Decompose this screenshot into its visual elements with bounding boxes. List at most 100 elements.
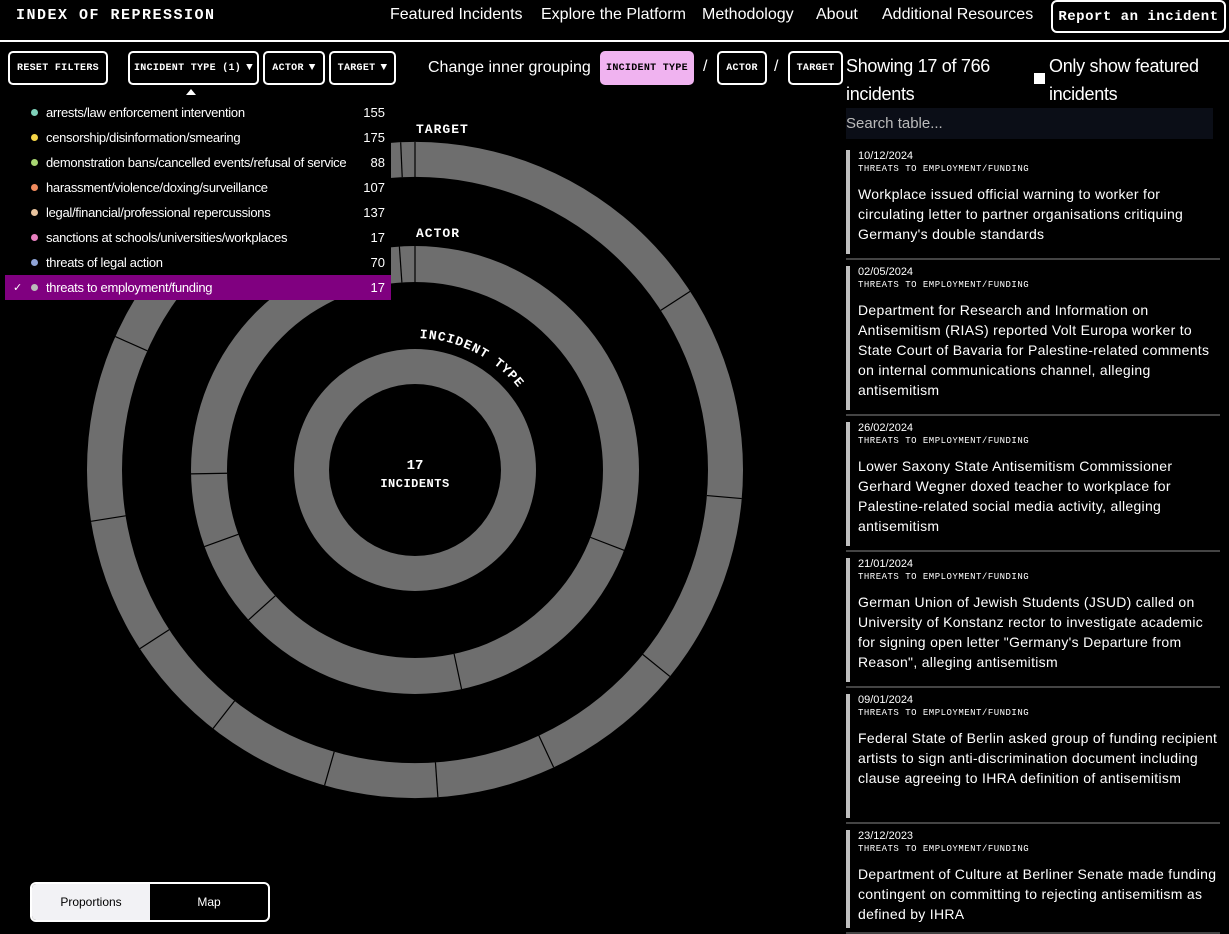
- center-label: INCIDENTS: [380, 477, 449, 491]
- search-input[interactable]: [846, 108, 1213, 139]
- incident-date: 21/01/2024: [858, 558, 914, 570]
- proportions-view-button[interactable]: Proportions: [32, 884, 150, 920]
- incident-type: THREATS TO EMPLOYMENT/FUNDING: [858, 164, 1030, 174]
- grouping-incident-type-label: INCIDENT TYPE: [606, 62, 688, 74]
- dropdown-option[interactable]: legal/financial/professional repercussio…: [5, 200, 391, 225]
- incident-type: THREATS TO EMPLOYMENT/FUNDING: [858, 708, 1030, 718]
- incident-card[interactable]: 09/01/2024 THREATS TO EMPLOYMENT/FUNDING F…: [846, 690, 1220, 824]
- dropdown-option-label: sanctions at schools/universities/workpl…: [46, 230, 288, 245]
- nav-additional-resources[interactable]: Additional Resources: [882, 6, 1033, 24]
- incident-card[interactable]: 10/12/2024 THREATS TO EMPLOYMENT/FUNDING W…: [846, 146, 1220, 260]
- nav-about[interactable]: About: [816, 6, 858, 24]
- ring-label-actor: ACTOR: [416, 226, 460, 241]
- dropdown-option-label: demonstration bans/cancelled events/refu…: [46, 155, 347, 170]
- dropdown-option[interactable]: sanctions at schools/universities/workpl…: [5, 225, 391, 250]
- reset-filters-label: RESET FILTERS: [17, 62, 99, 74]
- inner-grouping-label: Change inner grouping: [428, 59, 591, 76]
- dropdown-option-count: 137: [363, 205, 385, 220]
- dropdown-option-count: 88: [370, 155, 385, 170]
- grouping-target-label: TARGET: [796, 62, 835, 74]
- dropdown-pointer: [186, 89, 196, 95]
- map-view-button[interactable]: Map: [150, 884, 268, 920]
- report-incident-button[interactable]: Report an incident: [1051, 0, 1226, 33]
- card-accent-bar: [846, 830, 850, 928]
- card-accent-bar: [846, 266, 850, 410]
- dropdown-option-label: legal/financial/professional repercussio…: [46, 205, 271, 220]
- card-accent-bar: [846, 694, 850, 818]
- dropdown-option[interactable]: ✓ threats to employment/funding 17: [5, 275, 391, 300]
- nav-explore-platform[interactable]: Explore the Platform: [541, 6, 686, 24]
- dropdown-option-count: 17: [370, 230, 385, 245]
- ring-label-target: TARGET: [416, 122, 469, 137]
- dropdown-option-count: 70: [370, 255, 385, 270]
- category-color-dot: [31, 259, 38, 266]
- incident-type-filter-label: INCIDENT TYPE (1): [133, 62, 242, 74]
- category-color-dot: [31, 134, 38, 141]
- dropdown-option-label: arrests/law enforcement intervention: [46, 105, 245, 120]
- dropdown-option-count: 107: [363, 180, 385, 195]
- dropdown-option-count: 155: [363, 105, 385, 120]
- grouping-target-button[interactable]: TARGET: [788, 51, 843, 85]
- incident-card[interactable]: 02/05/2024 THREATS TO EMPLOYMENT/FUNDING D…: [846, 262, 1220, 416]
- card-accent-bar: [846, 558, 850, 682]
- grouping-incident-type-button[interactable]: INCIDENT TYPE: [600, 51, 694, 85]
- card-accent-bar: [846, 422, 850, 546]
- nav-methodology[interactable]: Methodology: [702, 6, 794, 24]
- actor-filter[interactable]: ACTOR ▼: [263, 51, 325, 85]
- dropdown-option[interactable]: demonstration bans/cancelled events/refu…: [5, 150, 391, 175]
- actor-filter-label: ACTOR: [272, 62, 304, 74]
- incident-date: 02/05/2024: [858, 266, 914, 278]
- category-color-dot: [31, 234, 38, 241]
- grouping-actor-button[interactable]: ACTOR: [717, 51, 767, 85]
- incident-title: Lower Saxony State Antisemitism Commissi…: [858, 458, 1173, 534]
- incident-date: 10/12/2024: [858, 150, 914, 162]
- dropdown-option-count: 175: [363, 130, 385, 145]
- segment-divider: [191, 472, 228, 475]
- chevron-down-icon: ▼: [380, 62, 388, 74]
- grouping-separator: /: [703, 58, 708, 75]
- dropdown-option-label: threats of legal action: [46, 255, 163, 270]
- incident-type: THREATS TO EMPLOYMENT/FUNDING: [858, 572, 1030, 582]
- chevron-down-icon: ▼: [308, 62, 316, 74]
- category-color-dot: [31, 184, 38, 191]
- dropdown-option[interactable]: arrests/law enforcement intervention 155: [5, 100, 391, 125]
- site-logo[interactable]: INDEX OF REPRESSION: [16, 7, 216, 24]
- dropdown-option-label: threats to employment/funding: [46, 280, 213, 295]
- incident-date: 23/12/2023: [858, 830, 914, 842]
- dropdown-option[interactable]: censorship/disinformation/smearing 175: [5, 125, 391, 150]
- incident-title: German Union of Jewish Students (JSUD) c…: [858, 594, 1204, 670]
- incident-title: Federal State of Berlin asked group of f…: [858, 730, 1218, 786]
- dropdown-option-count: 17: [370, 280, 385, 295]
- results-count: Showing 17 of 766 incidents: [846, 56, 991, 104]
- check-icon: ✓: [13, 282, 23, 294]
- incident-type-filter[interactable]: INCIDENT TYPE (1) ▼: [128, 51, 259, 85]
- dropdown-option-label: censorship/disinformation/smearing: [46, 130, 241, 145]
- view-toggle: Proportions Map: [30, 882, 270, 922]
- target-filter-label: TARGET: [337, 62, 376, 74]
- incident-type: THREATS TO EMPLOYMENT/FUNDING: [858, 436, 1030, 446]
- featured-only-checkbox[interactable]: [1034, 73, 1045, 84]
- chevron-down-icon: ▼: [246, 62, 254, 74]
- incident-card[interactable]: 21/01/2024 THREATS TO EMPLOYMENT/FUNDING G…: [846, 554, 1220, 688]
- category-color-dot: [31, 159, 38, 166]
- center-count: 17: [407, 458, 424, 474]
- incident-type: THREATS TO EMPLOYMENT/FUNDING: [858, 844, 1030, 854]
- reset-filters-button[interactable]: RESET FILTERS: [8, 51, 108, 85]
- category-color-dot: [31, 284, 38, 291]
- category-color-dot: [31, 109, 38, 116]
- incident-card[interactable]: 26/02/2024 THREATS TO EMPLOYMENT/FUNDING L…: [846, 418, 1220, 552]
- incident-type: THREATS TO EMPLOYMENT/FUNDING: [858, 280, 1030, 290]
- incident-date: 09/01/2024: [858, 694, 914, 706]
- incident-date: 26/02/2024: [858, 422, 914, 434]
- dropdown-option[interactable]: threats of legal action 70: [5, 250, 391, 275]
- site-header: INDEX OF REPRESSION Featured Incidents E…: [0, 0, 1229, 42]
- grouping-actor-label: ACTOR: [726, 62, 758, 74]
- dropdown-option[interactable]: harassment/violence/doxing/surveillance 1…: [5, 175, 391, 200]
- incident-card[interactable]: 23/12/2023 THREATS TO EMPLOYMENT/FUNDING D…: [846, 826, 1220, 934]
- target-filter[interactable]: TARGET ▼: [329, 51, 396, 85]
- featured-only-label[interactable]: Only show featured incidents: [1049, 52, 1229, 108]
- card-accent-bar: [846, 150, 850, 254]
- dropdown-option-label: harassment/violence/doxing/surveillance: [46, 180, 268, 195]
- nav-featured-incidents[interactable]: Featured Incidents: [390, 6, 523, 24]
- category-color-dot: [31, 209, 38, 216]
